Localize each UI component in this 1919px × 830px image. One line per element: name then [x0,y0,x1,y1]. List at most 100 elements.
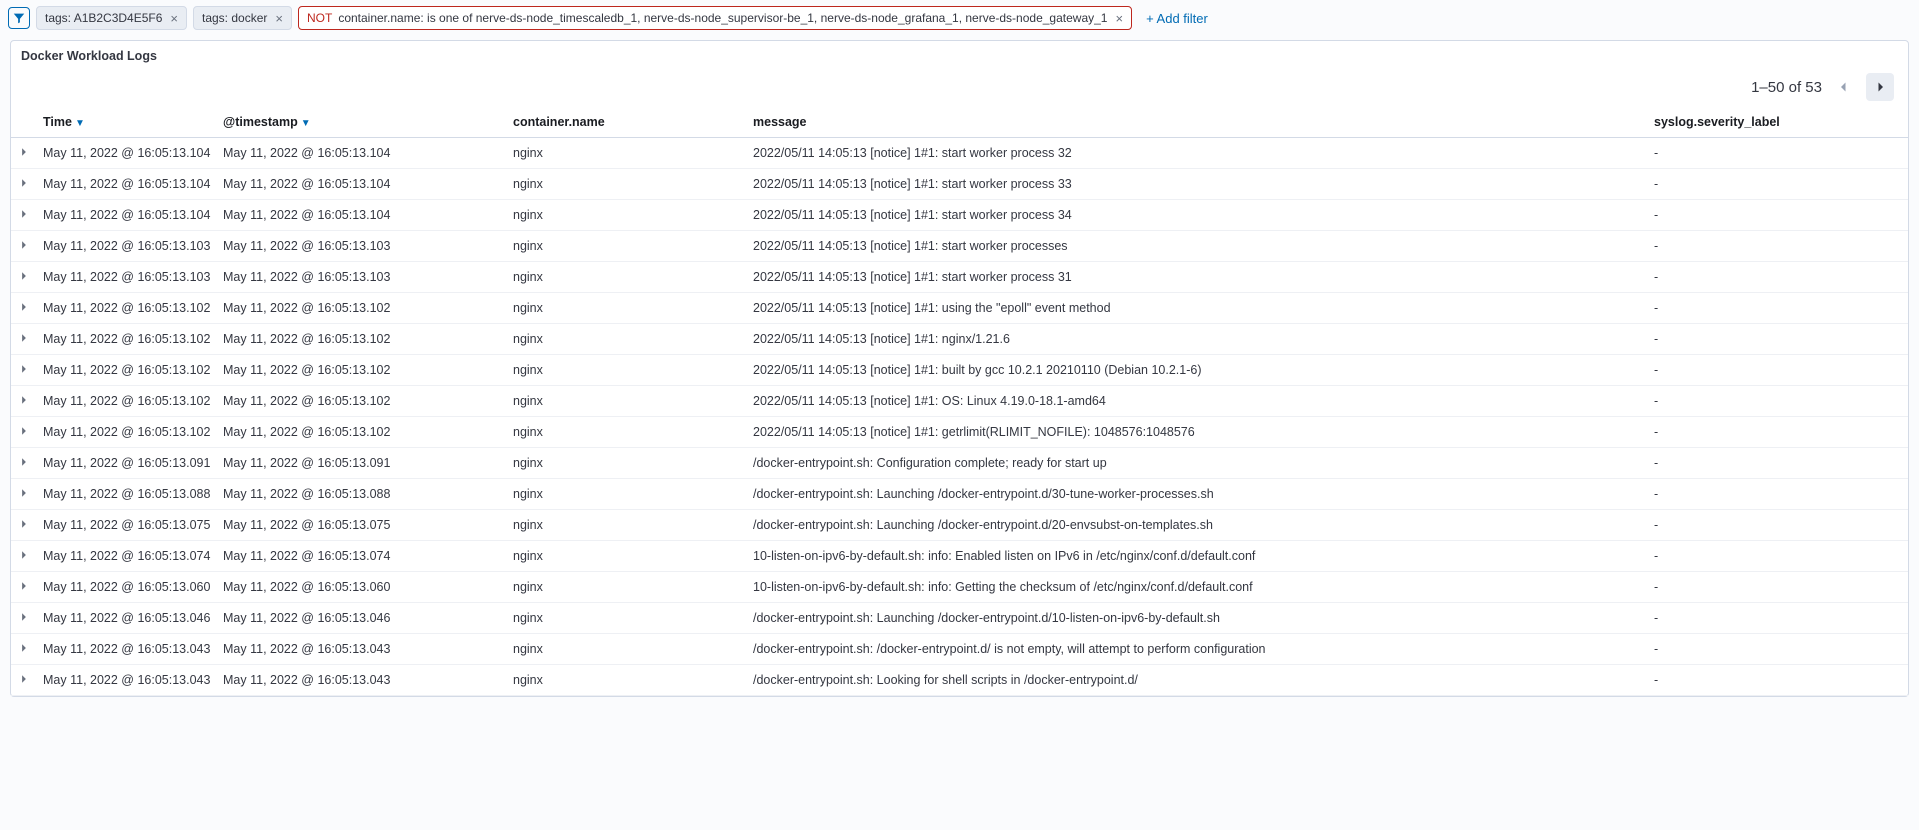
cell-time: May 11, 2022 @ 16:05:13.104 [37,169,217,200]
cell-message: 10-listen-on-ipv6-by-default.sh: info: E… [747,541,1648,572]
chevron-right-icon [19,333,29,343]
cell-time: May 11, 2022 @ 16:05:13.102 [37,417,217,448]
cell-timestamp: May 11, 2022 @ 16:05:13.043 [217,634,507,665]
expand-row-button[interactable] [11,231,37,262]
chevron-right-icon [19,364,29,374]
cell-message: 2022/05/11 14:05:13 [notice] 1#1: start … [747,169,1648,200]
table-row: May 11, 2022 @ 16:05:13.102May 11, 2022 … [11,293,1908,324]
col-message[interactable]: message [747,107,1648,138]
expand-row-button[interactable] [11,479,37,510]
cell-time: May 11, 2022 @ 16:05:13.043 [37,634,217,665]
col-container-name[interactable]: container.name [507,107,747,138]
cell-time: May 11, 2022 @ 16:05:13.046 [37,603,217,634]
prev-page-button[interactable] [1830,73,1858,101]
col-timestamp[interactable]: @timestamp▼ [217,107,507,138]
cell-timestamp: May 11, 2022 @ 16:05:13.104 [217,138,507,169]
chevron-right-icon [19,178,29,188]
col-severity[interactable]: syslog.severity_label [1648,107,1908,138]
cell-time: May 11, 2022 @ 16:05:13.060 [37,572,217,603]
cell-time: May 11, 2022 @ 16:05:13.043 [37,665,217,696]
cell-container-name: nginx [507,479,747,510]
table-row: May 11, 2022 @ 16:05:13.060May 11, 2022 … [11,572,1908,603]
cell-timestamp: May 11, 2022 @ 16:05:13.103 [217,231,507,262]
filter-pill-not[interactable]: NOT container.name: is one of nerve-ds-no… [298,6,1132,30]
cell-message: 2022/05/11 14:05:13 [notice] 1#1: nginx/… [747,324,1648,355]
cell-timestamp: May 11, 2022 @ 16:05:13.091 [217,448,507,479]
logs-table-wrapper[interactable]: Time▼ @timestamp▼ container.name message… [11,107,1908,696]
cell-time: May 11, 2022 @ 16:05:13.103 [37,231,217,262]
filter-pill-label: tags: docker [202,11,267,25]
cell-message: /docker-entrypoint.sh: Launching /docker… [747,479,1648,510]
expand-row-button[interactable] [11,169,37,200]
expand-row-button[interactable] [11,262,37,293]
cell-container-name: nginx [507,169,747,200]
expand-row-button[interactable] [11,510,37,541]
cell-time: May 11, 2022 @ 16:05:13.102 [37,324,217,355]
cell-message: /docker-entrypoint.sh: Looking for shell… [747,665,1648,696]
expand-row-button[interactable] [11,355,37,386]
cell-message: 2022/05/11 14:05:13 [notice] 1#1: start … [747,138,1648,169]
expand-row-button[interactable] [11,634,37,665]
chevron-right-icon [19,550,29,560]
cell-container-name: nginx [507,262,747,293]
cell-container-name: nginx [507,634,747,665]
table-row: May 11, 2022 @ 16:05:13.046May 11, 2022 … [11,603,1908,634]
chevron-right-icon [19,302,29,312]
cell-severity: - [1648,262,1908,293]
expand-row-button[interactable] [11,603,37,634]
cell-severity: - [1648,417,1908,448]
cell-message: /docker-entrypoint.sh: /docker-entrypoin… [747,634,1648,665]
cell-container-name: nginx [507,355,747,386]
cell-message: 10-listen-on-ipv6-by-default.sh: info: G… [747,572,1648,603]
cell-severity: - [1648,386,1908,417]
close-icon[interactable]: × [168,12,180,25]
next-page-button[interactable] [1866,73,1894,101]
cell-container-name: nginx [507,603,747,634]
add-filter-button[interactable]: + Add filter [1138,11,1216,26]
col-time[interactable]: Time▼ [37,107,217,138]
expand-row-button[interactable] [11,665,37,696]
logs-table: Time▼ @timestamp▼ container.name message… [11,107,1908,696]
cell-timestamp: May 11, 2022 @ 16:05:13.060 [217,572,507,603]
cell-timestamp: May 11, 2022 @ 16:05:13.102 [217,293,507,324]
chevron-right-icon [19,674,29,684]
filter-bar: tags: A1B2C3D4E5F6× tags: docker × NOT conta… [0,0,1919,40]
cell-timestamp: May 11, 2022 @ 16:05:13.102 [217,417,507,448]
cell-container-name: nginx [507,200,747,231]
expand-row-button[interactable] [11,417,37,448]
cell-container-name: nginx [507,541,747,572]
cell-severity: - [1648,200,1908,231]
cell-severity: - [1648,293,1908,324]
panel-title: Docker Workload Logs [11,49,1908,69]
expand-row-button[interactable] [11,200,37,231]
cell-severity: - [1648,324,1908,355]
expand-row-button[interactable] [11,572,37,603]
expand-row-button[interactable] [11,386,37,417]
cell-timestamp: May 11, 2022 @ 16:05:13.043 [217,665,507,696]
filter-toggle-icon [12,11,26,25]
cell-time: May 11, 2022 @ 16:05:13.104 [37,138,217,169]
chevron-right-icon [19,209,29,219]
sort-desc-icon: ▼ [72,118,85,129]
chevron-right-icon [19,426,29,436]
filter-pill-label: container.name: is one of nerve-ds-node_… [338,11,1107,25]
table-row: May 11, 2022 @ 16:05:13.102May 11, 2022 … [11,417,1908,448]
chevron-right-icon [19,240,29,250]
filter-pill[interactable]: tags: docker × [193,6,292,30]
not-badge: NOT [307,11,332,25]
expand-row-button[interactable] [11,541,37,572]
close-icon[interactable]: × [1113,12,1125,25]
cell-severity: - [1648,479,1908,510]
expand-row-button[interactable] [11,138,37,169]
filter-toggle-button[interactable] [8,7,30,29]
table-row: May 11, 2022 @ 16:05:13.103May 11, 2022 … [11,262,1908,293]
col-expander [11,107,37,138]
expand-row-button[interactable] [11,324,37,355]
table-row: May 11, 2022 @ 16:05:13.088May 11, 2022 … [11,479,1908,510]
expand-row-button[interactable] [11,448,37,479]
close-icon[interactable]: × [273,12,285,25]
filter-pill[interactable]: tags: A1B2C3D4E5F6× [36,6,187,30]
cell-container-name: nginx [507,510,747,541]
cell-message: /docker-entrypoint.sh: Launching /docker… [747,603,1648,634]
expand-row-button[interactable] [11,293,37,324]
